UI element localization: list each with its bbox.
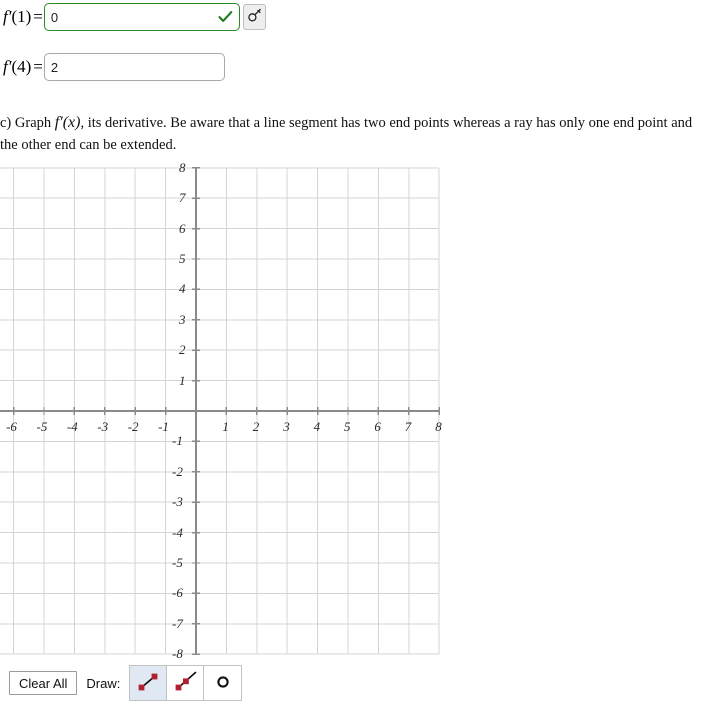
x-axis-label-2: 2 bbox=[252, 419, 260, 434]
answer-input-f-prime-1[interactable] bbox=[43, 3, 240, 31]
y-axis-label-4: 4 bbox=[179, 281, 186, 297]
prompt-part-label: c) Graph bbox=[0, 114, 55, 131]
y-axis-label-5: 5 bbox=[179, 251, 186, 266]
y-axis-label-6: 6 bbox=[179, 220, 186, 236]
answer-row-f-prime-1: f′(1) = bbox=[0, 2, 266, 32]
answer-input-f-prime-4[interactable] bbox=[43, 53, 225, 81]
prompt-function: f′(x) bbox=[54, 113, 81, 131]
answer-row-f-prime-4: f′(4) = bbox=[0, 52, 225, 82]
x-axis-label-3: 3 bbox=[283, 419, 290, 434]
y-axis-label-neg6: -6 bbox=[172, 585, 183, 601]
y-axis-label-neg2: -2 bbox=[172, 463, 183, 479]
y-axis-label-neg4: -4 bbox=[172, 524, 183, 540]
y-axis-label-7: 7 bbox=[179, 190, 186, 206]
drawing-toolbar: Clear All Draw: bbox=[0, 662, 706, 704]
x-axis-label-neg2: -2 bbox=[127, 419, 139, 434]
y-axis-label-neg7: -7 bbox=[172, 615, 183, 631]
y-axis-label-1: 1 bbox=[179, 372, 186, 388]
y-axis-label-neg1: -1 bbox=[172, 433, 183, 449]
x-axis-label-neg6: -6 bbox=[6, 419, 17, 434]
line-segment-tool[interactable] bbox=[130, 666, 168, 700]
x-axis-label-5: 5 bbox=[344, 419, 351, 434]
x-axis-label-1: 1 bbox=[222, 419, 229, 434]
x-axis-label-neg1: -1 bbox=[158, 419, 169, 434]
answer-field-wrap-1 bbox=[43, 3, 240, 31]
open-point-tool[interactable] bbox=[204, 666, 242, 700]
x-axis-label-neg5: -5 bbox=[36, 419, 48, 434]
y-axis-label-neg5: -5 bbox=[172, 555, 183, 570]
x-axis-label-8: 8 bbox=[435, 419, 442, 434]
answer-label-2: f′(4) = bbox=[3, 57, 43, 76]
tool-button-group bbox=[129, 665, 243, 701]
coordinate-grid[interactable]: -8 -7 -6 -5 -4 -3 -2 -1 1 2 3 4 5 6 7 8 8 7 6 5 4 3 2 1 -1 -2 -3 -4… bbox=[0, 155, 706, 660]
question-prompt: c) Graph f′(x), its derivative. Be aware… bbox=[0, 112, 702, 156]
line-segment-icon bbox=[136, 671, 160, 696]
y-axis-label-8: 8 bbox=[179, 159, 186, 175]
x-axis-label-neg4: -4 bbox=[66, 419, 78, 434]
ray-icon bbox=[173, 671, 197, 696]
draw-label: Draw: bbox=[86, 675, 121, 691]
ray-tool[interactable] bbox=[167, 666, 205, 700]
answer-label-1: f′(1) = bbox=[3, 7, 43, 26]
prompt-rest: , its derivative. Be aware that a line s… bbox=[0, 114, 693, 153]
preview-button-1[interactable] bbox=[242, 4, 266, 30]
clear-all-button[interactable]: Clear All bbox=[9, 671, 78, 695]
answer-field-wrap-2 bbox=[43, 53, 225, 81]
x-axis-label-4: 4 bbox=[313, 419, 321, 434]
y-axis-label-neg3: -3 bbox=[172, 494, 183, 510]
y-axis-label-2: 2 bbox=[179, 342, 186, 358]
y-axis-label-neg8: -8 bbox=[172, 646, 183, 662]
magnifier-icon bbox=[247, 8, 262, 26]
grid-svg bbox=[0, 167, 440, 655]
open-circle-icon bbox=[213, 672, 233, 695]
y-axis-label-3: 3 bbox=[179, 311, 186, 327]
x-axis-label-7: 7 bbox=[404, 419, 412, 434]
x-axis-label-6: 6 bbox=[374, 419, 381, 434]
x-axis-label-neg3: -3 bbox=[97, 419, 109, 434]
